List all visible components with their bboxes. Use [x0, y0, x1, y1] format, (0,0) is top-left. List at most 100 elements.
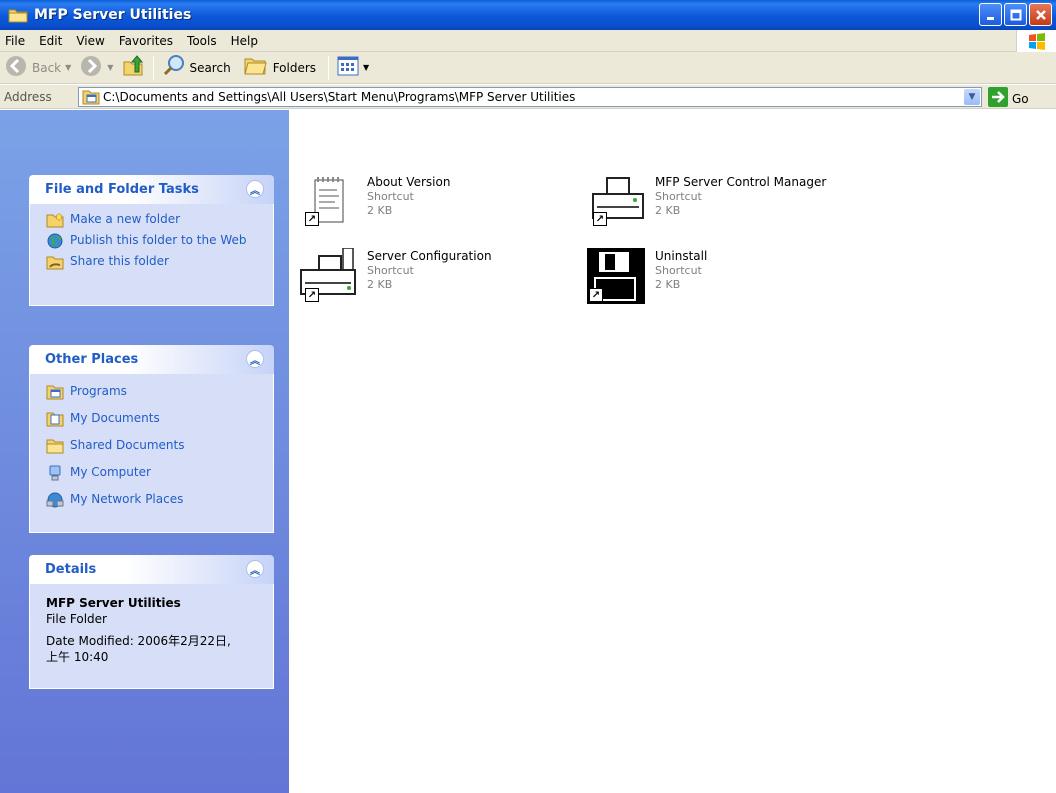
back-label: Back — [32, 60, 62, 75]
address-path: C:\Documents and Settings\All Users\Star… — [103, 90, 576, 104]
views-button[interactable]: ▼ — [333, 54, 373, 82]
up-folder-button[interactable] — [117, 54, 149, 82]
task-label: Make a new folder — [70, 212, 181, 226]
collapse-chevron-icon[interactable]: ︽ — [246, 350, 264, 368]
file-type: Shortcut — [367, 264, 414, 277]
file-item[interactable]: ↗ Server Configuration Shortcut 2 KB — [297, 247, 577, 318]
details-panel: Details ︽ MFP Server Utilities File Fold… — [29, 555, 274, 689]
task-make-new-folder[interactable]: Make a new folder — [46, 212, 263, 228]
my-documents-icon — [46, 411, 64, 427]
menu-edit[interactable]: Edit — [32, 34, 69, 48]
shortcut-arrow-icon: ↗ — [589, 288, 603, 302]
place-my-computer[interactable]: My Computer — [46, 465, 263, 481]
file-name: About Version — [367, 175, 451, 189]
menu-favorites[interactable]: Favorites — [112, 34, 180, 48]
task-pane: File and Folder Tasks ︽ Make a new folde… — [0, 110, 289, 793]
menu-file[interactable]: File — [0, 34, 32, 48]
collapse-chevron-icon[interactable]: ︽ — [246, 180, 264, 198]
folder-icon — [46, 438, 64, 454]
panel-header[interactable]: Other Places ︽ — [29, 345, 274, 374]
go-button[interactable]: Go — [988, 87, 1029, 110]
network-globe-icon — [46, 492, 64, 508]
place-label: Shared Documents — [70, 438, 185, 452]
task-share-folder[interactable]: Share this folder — [46, 254, 263, 270]
toolbar-divider — [328, 55, 330, 80]
address-bar: Address C:\Documents and Settings\All Us… — [0, 85, 1056, 109]
printer-icon: ↗ — [585, 174, 649, 234]
file-name: MFP Server Control Manager — [655, 175, 827, 189]
file-name: Server Configuration — [367, 249, 492, 263]
file-size: 2 KB — [367, 204, 393, 217]
folders-icon — [243, 55, 269, 80]
search-label: Search — [189, 60, 231, 75]
chevron-down-icon[interactable]: ▼ — [107, 63, 113, 72]
toolbar: Back ▼ ▼ Search Folders ▼ — [0, 52, 1056, 84]
place-label: My Computer — [70, 465, 151, 479]
maximize-button[interactable] — [1004, 3, 1027, 26]
back-arrow-icon — [4, 54, 28, 81]
search-button[interactable]: Search — [158, 54, 234, 82]
go-arrow-icon — [988, 87, 1008, 110]
panel-title: Details — [45, 562, 97, 577]
printer-icon: ↗ — [297, 247, 361, 308]
minimize-button[interactable] — [979, 3, 1002, 26]
task-label: Share this folder — [70, 254, 169, 268]
other-places-panel: Other Places ︽ Programs My Documents Sha… — [29, 345, 274, 533]
place-label: Programs — [70, 384, 127, 398]
up-folder-icon — [121, 54, 145, 81]
toolbar-divider — [153, 55, 155, 80]
new-folder-icon — [46, 212, 64, 228]
menu-tools[interactable]: Tools — [180, 34, 224, 48]
share-folder-icon — [46, 254, 64, 270]
detail-modified: Date Modified: 2006年2月22日, — [46, 634, 231, 648]
address-label: Address — [4, 89, 52, 104]
globe-icon — [46, 233, 64, 249]
place-my-documents[interactable]: My Documents — [46, 411, 263, 427]
chevron-down-icon[interactable]: ▼ — [363, 63, 369, 72]
detail-type: File Folder — [46, 612, 107, 626]
forward-arrow-icon — [79, 54, 103, 81]
menu-help[interactable]: Help — [224, 34, 265, 48]
folders-button[interactable]: Folders — [239, 54, 320, 82]
title-bar[interactable]: MFP Server Utilities — [0, 0, 1056, 30]
file-size: 2 KB — [367, 278, 393, 291]
chevron-down-icon[interactable]: ▼ — [964, 89, 980, 105]
file-item[interactable]: ↗ About Version Shortcut 2 KB — [297, 174, 577, 244]
place-programs[interactable]: Programs — [46, 384, 263, 400]
views-grid-icon — [337, 56, 359, 79]
place-label: My Network Places — [70, 492, 184, 506]
detail-name: MFP Server Utilities — [46, 596, 181, 610]
file-type: Shortcut — [655, 190, 702, 203]
close-button[interactable] — [1029, 3, 1052, 26]
task-publish-to-web[interactable]: Publish this folder to the Web — [46, 233, 263, 249]
panel-header[interactable]: File and Folder Tasks ︽ — [29, 175, 274, 204]
file-size: 2 KB — [655, 278, 681, 291]
file-size: 2 KB — [655, 204, 681, 217]
programs-folder-icon — [82, 89, 100, 105]
menu-view[interactable]: View — [69, 34, 111, 48]
file-item[interactable]: ↗ Uninstall Shortcut 2 KB — [585, 248, 865, 318]
back-button[interactable]: Back ▼ — [0, 54, 75, 82]
place-label: My Documents — [70, 411, 160, 425]
shortcut-arrow-icon: ↗ — [305, 212, 319, 226]
notepad-icon: ↗ — [297, 174, 361, 234]
address-input[interactable]: C:\Documents and Settings\All Users\Star… — [78, 87, 982, 107]
file-folder-tasks-panel: File and Folder Tasks ︽ Make a new folde… — [29, 175, 274, 306]
panel-header[interactable]: Details ︽ — [29, 555, 274, 584]
place-shared-documents[interactable]: Shared Documents — [46, 438, 263, 454]
forward-button[interactable]: ▼ — [75, 54, 117, 82]
menu-bar: File Edit View Favorites Tools Help — [0, 30, 1056, 52]
place-my-network-places[interactable]: My Network Places — [46, 492, 263, 508]
panel-title: Other Places — [45, 352, 139, 367]
file-type: Shortcut — [367, 190, 414, 203]
chevron-down-icon[interactable]: ▼ — [65, 63, 71, 72]
shortcut-arrow-icon: ↗ — [305, 288, 319, 302]
computer-icon — [46, 465, 64, 481]
go-label: Go — [1012, 91, 1029, 106]
folders-label: Folders — [272, 60, 317, 75]
file-item[interactable]: ↗ MFP Server Control Manager Shortcut 2 … — [585, 174, 865, 244]
collapse-chevron-icon[interactable]: ︽ — [246, 560, 264, 578]
programs-folder-icon — [46, 384, 64, 400]
folder-icon — [8, 7, 28, 23]
shortcut-arrow-icon: ↗ — [593, 212, 607, 226]
